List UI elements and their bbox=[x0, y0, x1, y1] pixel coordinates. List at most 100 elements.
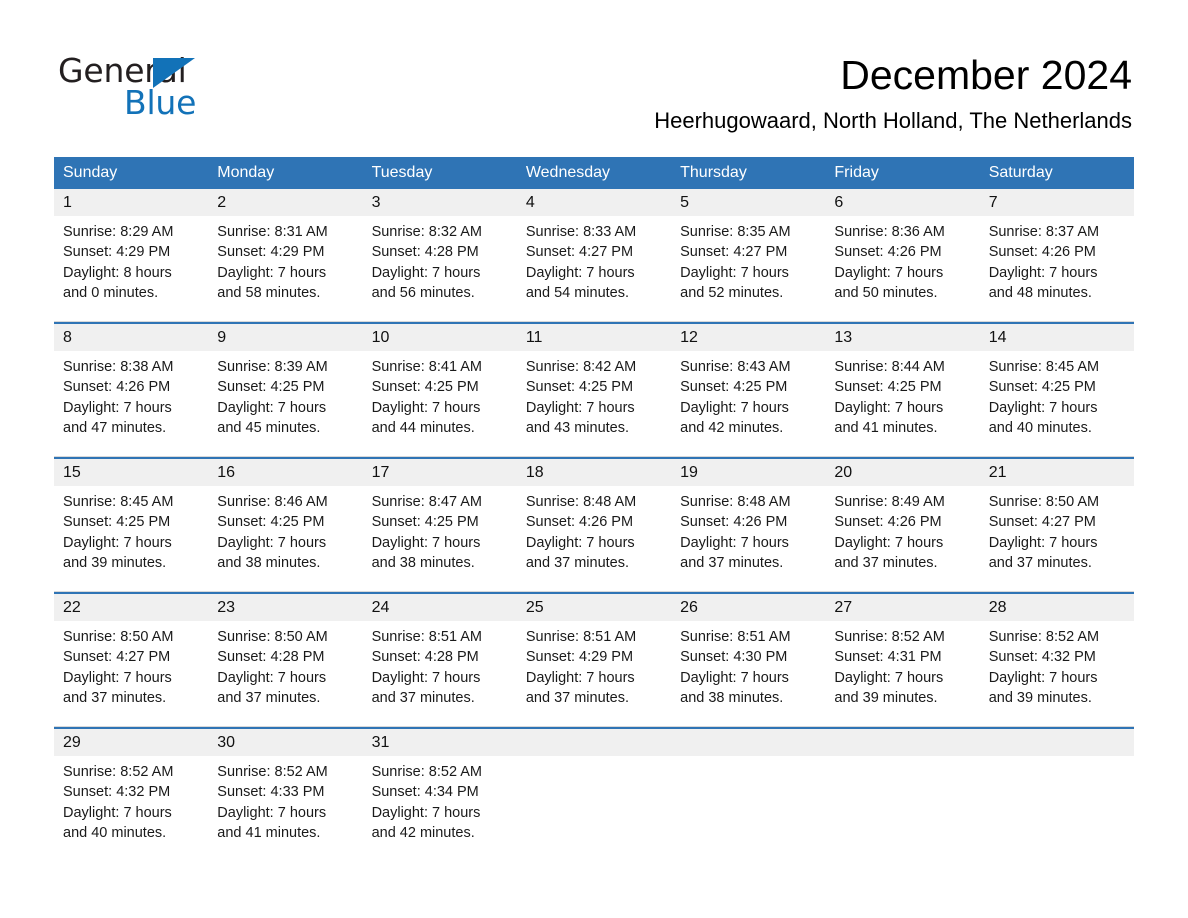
day-details: Sunrise: 8:35 AM Sunset: 4:27 PM Daylight:… bbox=[671, 216, 825, 303]
day-number: 5 bbox=[671, 189, 826, 216]
day-number: 21 bbox=[979, 459, 1134, 486]
calendar-day[interactable]: 2 Sunrise: 8:31 AM Sunset: 4:29 PM Daylight… bbox=[208, 189, 363, 322]
calendar-day[interactable]: 22 Sunrise: 8:50 AM Sunset: 4:27 PM Dayligh… bbox=[54, 594, 209, 727]
sunset-text: Sunset: 4:25 PM bbox=[217, 514, 325, 531]
calendar-day[interactable]: 18 Sunrise: 8:48 AM Sunset: 4:26 PM Dayligh… bbox=[516, 459, 672, 592]
calendar-cell: 18 Sunrise: 8:48 AM Sunset: 4:26 PM Dayligh… bbox=[516, 457, 672, 593]
calendar-day[interactable]: 24 Sunrise: 8:51 AM Sunset: 4:28 PM Dayligh… bbox=[362, 594, 517, 727]
calendar-day[interactable]: 15 Sunrise: 8:45 AM Sunset: 4:25 PM Dayligh… bbox=[54, 459, 209, 592]
calendar-day[interactable]: 21 Sunrise: 8:50 AM Sunset: 4:27 PM Dayligh… bbox=[979, 459, 1134, 592]
daylight-text-line1: Daylight: 7 hours bbox=[63, 804, 172, 821]
daylight-text-line1: Daylight: 7 hours bbox=[834, 534, 944, 551]
day-number: 3 bbox=[362, 189, 517, 216]
sunset-text: Sunset: 4:29 PM bbox=[525, 649, 634, 666]
daylight-text-line2: and 45 minutes. bbox=[217, 419, 321, 436]
calendar-day[interactable]: 4 Sunrise: 8:33 AM Sunset: 4:27 PM Daylight… bbox=[516, 189, 672, 322]
calendar-day[interactable]: 29 Sunrise: 8:52 AM Sunset: 4:32 PM Dayligh… bbox=[54, 729, 209, 862]
calendar-day[interactable]: 30 Sunrise: 8:52 AM Sunset: 4:33 PM Dayligh… bbox=[208, 729, 363, 862]
calendar-day[interactable]: 6 Sunrise: 8:36 AM Sunset: 4:26 PM Daylight… bbox=[825, 189, 980, 322]
calendar-cell: 2 Sunrise: 8:31 AM Sunset: 4:29 PM Daylight… bbox=[208, 189, 363, 323]
daylight-text-line1: Daylight: 7 hours bbox=[217, 399, 327, 416]
calendar-cell: 8 Sunrise: 8:38 AM Sunset: 4:26 PM Daylight… bbox=[54, 322, 209, 458]
day-details: Sunrise: 8:44 AM Sunset: 4:25 PM Daylight:… bbox=[825, 351, 979, 438]
calendar-week-row: 8 Sunrise: 8:38 AM Sunset: 4:26 PM Daylight… bbox=[54, 322, 1134, 458]
calendar-day[interactable]: 20 Sunrise: 8:49 AM Sunset: 4:26 PM Dayligh… bbox=[825, 459, 980, 592]
calendar-day[interactable]: 10 Sunrise: 8:41 AM Sunset: 4:25 PM Dayligh… bbox=[362, 324, 517, 457]
sunset-text: Sunset: 4:25 PM bbox=[834, 379, 942, 396]
day-number: 24 bbox=[362, 594, 517, 621]
daylight-text-line1: Daylight: 7 hours bbox=[525, 399, 635, 416]
calendar-day[interactable]: 9 Sunrise: 8:39 AM Sunset: 4:25 PM Daylight… bbox=[208, 324, 363, 457]
day-details: Sunrise: 8:36 AM Sunset: 4:26 PM Daylight:… bbox=[825, 216, 979, 303]
daylight-text-line2: and 39 minutes. bbox=[834, 689, 938, 706]
daylight-text-line2: and 38 minutes. bbox=[680, 689, 784, 706]
sunset-text: Sunset: 4:32 PM bbox=[988, 649, 1096, 666]
day-details: Sunrise: 8:52 AM Sunset: 4:34 PM Daylight:… bbox=[363, 756, 517, 843]
calendar-day[interactable]: 27 Sunrise: 8:52 AM Sunset: 4:31 PM Dayligh… bbox=[825, 594, 980, 727]
sunset-text: Sunset: 4:27 PM bbox=[525, 244, 634, 261]
day-number: 7 bbox=[979, 189, 1134, 216]
sunrise-text: Sunrise: 8:51 AM bbox=[371, 629, 482, 645]
calendar-day[interactable]: 16 Sunrise: 8:46 AM Sunset: 4:25 PM Dayligh… bbox=[208, 459, 363, 592]
calendar-day[interactable]: 25 Sunrise: 8:51 AM Sunset: 4:29 PM Dayligh… bbox=[516, 594, 672, 727]
calendar-day[interactable]: 5 Sunrise: 8:35 AM Sunset: 4:27 PM Daylight… bbox=[671, 189, 826, 322]
sunrise-text: Sunrise: 8:52 AM bbox=[988, 629, 1100, 645]
daylight-text-line2: and 47 minutes. bbox=[63, 419, 167, 436]
day-number: 29 bbox=[54, 729, 209, 756]
calendar-day[interactable]: 23 Sunrise: 8:50 AM Sunset: 4:28 PM Dayligh… bbox=[208, 594, 363, 727]
day-number: 22 bbox=[54, 594, 209, 621]
calendar-cell: 11 Sunrise: 8:42 AM Sunset: 4:25 PM Dayligh… bbox=[516, 322, 672, 458]
daylight-text-line1: Daylight: 7 hours bbox=[525, 534, 635, 551]
calendar-day[interactable]: 28 Sunrise: 8:52 AM Sunset: 4:32 PM Dayligh… bbox=[979, 594, 1134, 727]
sunset-text: Sunset: 4:27 PM bbox=[63, 649, 171, 666]
calendar-cell bbox=[825, 727, 980, 862]
calendar-cell bbox=[671, 727, 826, 862]
sunrise-text: Sunrise: 8:52 AM bbox=[371, 764, 482, 780]
calendar-cell: 25 Sunrise: 8:51 AM Sunset: 4:29 PM Dayligh… bbox=[516, 592, 672, 728]
daylight-text-line2: and 43 minutes. bbox=[525, 419, 630, 436]
daylight-text-line1: Daylight: 7 hours bbox=[834, 264, 944, 281]
calendar-day[interactable]: 1 Sunrise: 8:29 AM Sunset: 4:29 PM Daylight… bbox=[54, 189, 209, 322]
sunrise-text: Sunrise: 8:35 AM bbox=[680, 224, 791, 240]
general-blue-logo[interactable]: General Blue bbox=[58, 52, 318, 124]
weekday-header-wednesday: Wednesday bbox=[516, 157, 672, 189]
calendar-day[interactable]: 31 Sunrise: 8:52 AM Sunset: 4:34 PM Dayligh… bbox=[362, 729, 517, 862]
calendar-week-row: 15 Sunrise: 8:45 AM Sunset: 4:25 PM Dayligh… bbox=[54, 457, 1134, 593]
calendar-day[interactable]: 13 Sunrise: 8:44 AM Sunset: 4:25 PM Dayligh… bbox=[825, 324, 980, 457]
daylight-text-line2: and 39 minutes. bbox=[988, 689, 1092, 706]
day-details: Sunrise: 8:38 AM Sunset: 4:26 PM Daylight:… bbox=[54, 351, 208, 438]
daylight-text-line2: and 37 minutes. bbox=[834, 554, 938, 571]
calendar-day[interactable]: 11 Sunrise: 8:42 AM Sunset: 4:25 PM Dayligh… bbox=[516, 324, 672, 457]
calendar-cell: 7 Sunrise: 8:37 AM Sunset: 4:26 PM Daylight… bbox=[979, 189, 1134, 323]
daylight-text-line2: and 38 minutes. bbox=[217, 554, 321, 571]
calendar-day[interactable]: 8 Sunrise: 8:38 AM Sunset: 4:26 PM Daylight… bbox=[54, 324, 209, 457]
calendar-day[interactable]: 12 Sunrise: 8:43 AM Sunset: 4:25 PM Dayligh… bbox=[671, 324, 826, 457]
day-details: Sunrise: 8:45 AM Sunset: 4:25 PM Daylight:… bbox=[980, 351, 1134, 438]
calendar-cell: 20 Sunrise: 8:49 AM Sunset: 4:26 PM Dayligh… bbox=[825, 457, 980, 593]
calendar-cell: 13 Sunrise: 8:44 AM Sunset: 4:25 PM Dayligh… bbox=[825, 322, 980, 458]
day-details: Sunrise: 8:52 AM Sunset: 4:32 PM Daylight:… bbox=[54, 756, 208, 843]
day-number: 12 bbox=[671, 324, 826, 351]
daylight-text-line1: Daylight: 7 hours bbox=[680, 264, 789, 281]
daylight-text-line2: and 37 minutes. bbox=[680, 554, 784, 571]
calendar-day[interactable]: 14 Sunrise: 8:45 AM Sunset: 4:25 PM Dayligh… bbox=[979, 324, 1134, 457]
sunset-text: Sunset: 4:25 PM bbox=[988, 379, 1096, 396]
daylight-text-line1: Daylight: 7 hours bbox=[834, 669, 944, 686]
calendar-day[interactable]: 7 Sunrise: 8:37 AM Sunset: 4:26 PM Daylight… bbox=[979, 189, 1134, 322]
sunrise-text: Sunrise: 8:29 AM bbox=[63, 224, 174, 240]
sunset-text: Sunset: 4:25 PM bbox=[217, 379, 325, 396]
calendar-cell: 5 Sunrise: 8:35 AM Sunset: 4:27 PM Daylight… bbox=[671, 189, 826, 323]
daylight-text-line2: and 38 minutes. bbox=[371, 554, 475, 571]
calendar-cell: 30 Sunrise: 8:52 AM Sunset: 4:33 PM Dayligh… bbox=[208, 727, 363, 862]
calendar-day[interactable]: 17 Sunrise: 8:47 AM Sunset: 4:25 PM Dayligh… bbox=[362, 459, 517, 592]
calendar-day[interactable]: 26 Sunrise: 8:51 AM Sunset: 4:30 PM Dayligh… bbox=[671, 594, 826, 727]
calendar-day[interactable]: 19 Sunrise: 8:48 AM Sunset: 4:26 PM Dayligh… bbox=[671, 459, 826, 592]
calendar-day-empty bbox=[671, 729, 826, 862]
calendar-page: General Blue December 2024 Heerhugowaard… bbox=[0, 0, 1188, 918]
daylight-text-line2: and 41 minutes. bbox=[217, 824, 321, 841]
day-number bbox=[516, 729, 672, 756]
calendar-day[interactable]: 3 Sunrise: 8:32 AM Sunset: 4:28 PM Daylight… bbox=[362, 189, 517, 322]
calendar-cell: 6 Sunrise: 8:36 AM Sunset: 4:26 PM Daylight… bbox=[825, 189, 980, 323]
title-block: December 2024 Heerhugowaard, North Holla… bbox=[654, 50, 1132, 134]
weekday-header-friday: Friday bbox=[825, 157, 980, 189]
